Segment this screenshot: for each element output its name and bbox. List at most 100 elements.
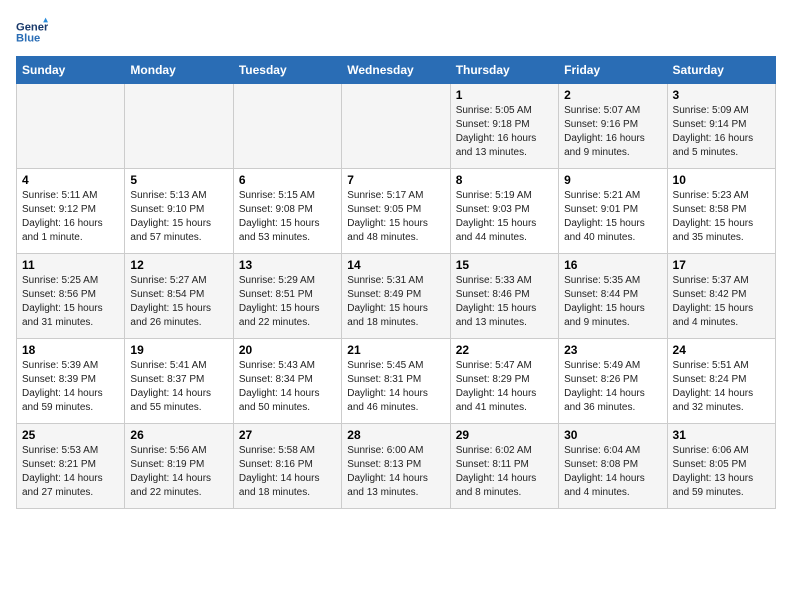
day-info: Sunrise: 5:58 AMSunset: 8:16 PMDaylight:…: [239, 444, 336, 500]
day-number: 30: [564, 428, 661, 442]
day-info: Sunrise: 5:29 AMSunset: 8:51 PMDaylight:…: [239, 274, 336, 330]
calendar-cell: 11 Sunrise: 5:25 AMSunset: 8:56 PMDayligh…: [17, 254, 125, 339]
day-number: 15: [456, 258, 553, 272]
calendar-week-1: 1 Sunrise: 5:05 AMSunset: 9:18 PMDaylight…: [17, 84, 776, 169]
calendar-cell: 10 Sunrise: 5:23 AMSunset: 8:58 PMDayligh…: [667, 169, 775, 254]
day-number: 23: [564, 343, 661, 357]
day-number: 17: [673, 258, 770, 272]
weekday-saturday: Saturday: [667, 57, 775, 84]
day-number: 13: [239, 258, 336, 272]
day-info: Sunrise: 5:19 AMSunset: 9:03 PMDaylight:…: [456, 189, 553, 245]
calendar-cell: 3 Sunrise: 5:09 AMSunset: 9:14 PMDaylight…: [667, 84, 775, 169]
calendar-cell: [233, 84, 341, 169]
day-info: Sunrise: 5:23 AMSunset: 8:58 PMDaylight:…: [673, 189, 770, 245]
day-number: 29: [456, 428, 553, 442]
day-info: Sunrise: 5:05 AMSunset: 9:18 PMDaylight:…: [456, 104, 553, 160]
day-number: 12: [130, 258, 227, 272]
svg-text:General: General: [16, 21, 48, 33]
calendar-cell: 8Sunrise: 5:19 AMSunset: 9:03 PMDaylight…: [450, 169, 558, 254]
day-info: Sunrise: 5:56 AMSunset: 8:19 PMDaylight:…: [130, 444, 227, 500]
day-number: 28: [347, 428, 444, 442]
calendar-cell: 21Sunrise: 5:45 AMSunset: 8:31 PMDayligh…: [342, 339, 450, 424]
day-info: Sunrise: 5:25 AMSunset: 8:56 PMDaylight:…: [22, 274, 119, 330]
calendar-cell: 23 Sunrise: 5:49 AMSunset: 8:26 PMDayligh…: [559, 339, 667, 424]
day-info: Sunrise: 5:35 AMSunset: 8:44 PMDaylight:…: [564, 274, 661, 330]
day-number: 2: [564, 88, 661, 102]
day-number: 4: [22, 173, 119, 187]
calendar-cell: 19 Sunrise: 5:41 AMSunset: 8:37 PMDayligh…: [125, 339, 233, 424]
weekday-sunday: Sunday: [17, 57, 125, 84]
day-number: 14: [347, 258, 444, 272]
calendar-cell: 1 Sunrise: 5:05 AMSunset: 9:18 PMDaylight…: [450, 84, 558, 169]
day-number: 25: [22, 428, 119, 442]
calendar-cell: 14 Sunrise: 5:31 AMSunset: 8:49 PMDayligh…: [342, 254, 450, 339]
calendar-cell: 7 Sunrise: 5:17 AMSunset: 9:05 PMDaylight…: [342, 169, 450, 254]
calendar-cell: 27 Sunrise: 5:58 AMSunset: 8:16 PMDayligh…: [233, 424, 341, 509]
day-number: 27: [239, 428, 336, 442]
day-info: Sunrise: 6:02 AMSunset: 8:11 PMDaylight:…: [456, 444, 553, 500]
day-number: 10: [673, 173, 770, 187]
calendar-cell: [125, 84, 233, 169]
calendar-cell: [17, 84, 125, 169]
weekday-tuesday: Tuesday: [233, 57, 341, 84]
weekday-friday: Friday: [559, 57, 667, 84]
calendar-cell: 17 Sunrise: 5:37 AMSunset: 8:42 PMDayligh…: [667, 254, 775, 339]
calendar-cell: 26Sunrise: 5:56 AMSunset: 8:19 PMDayligh…: [125, 424, 233, 509]
day-number: 9: [564, 173, 661, 187]
day-info: Sunrise: 5:53 AMSunset: 8:21 PMDaylight:…: [22, 444, 119, 500]
day-number: 6: [239, 173, 336, 187]
day-number: 16: [564, 258, 661, 272]
calendar-cell: 28Sunrise: 6:00 AMSunset: 8:13 PMDayligh…: [342, 424, 450, 509]
day-number: 20: [239, 343, 336, 357]
day-info: Sunrise: 5:47 AMSunset: 8:29 PMDaylight:…: [456, 359, 553, 415]
day-info: Sunrise: 5:41 AMSunset: 8:37 PMDaylight:…: [130, 359, 227, 415]
day-info: Sunrise: 5:09 AMSunset: 9:14 PMDaylight:…: [673, 104, 770, 160]
calendar-cell: 9 Sunrise: 5:21 AMSunset: 9:01 PMDaylight…: [559, 169, 667, 254]
day-info: Sunrise: 5:21 AMSunset: 9:01 PMDaylight:…: [564, 189, 661, 245]
calendar-week-4: 18 Sunrise: 5:39 AMSunset: 8:39 PMDayligh…: [17, 339, 776, 424]
day-info: Sunrise: 5:13 AMSunset: 9:10 PMDaylight:…: [130, 189, 227, 245]
calendar-cell: 31Sunrise: 6:06 AMSunset: 8:05 PMDayligh…: [667, 424, 775, 509]
day-info: Sunrise: 5:43 AMSunset: 8:34 PMDaylight:…: [239, 359, 336, 415]
svg-text:Blue: Blue: [16, 33, 40, 45]
day-number: 3: [673, 88, 770, 102]
day-info: Sunrise: 5:27 AMSunset: 8:54 PMDaylight:…: [130, 274, 227, 330]
day-info: Sunrise: 5:37 AMSunset: 8:42 PMDaylight:…: [673, 274, 770, 330]
calendar-cell: 30 Sunrise: 6:04 AMSunset: 8:08 PMDayligh…: [559, 424, 667, 509]
calendar-cell: 6 Sunrise: 5:15 AMSunset: 9:08 PMDaylight…: [233, 169, 341, 254]
day-info: Sunrise: 5:51 AMSunset: 8:24 PMDaylight:…: [673, 359, 770, 415]
calendar-cell: 12 Sunrise: 5:27 AMSunset: 8:54 PMDayligh…: [125, 254, 233, 339]
day-info: Sunrise: 5:07 AMSunset: 9:16 PMDaylight:…: [564, 104, 661, 160]
calendar-cell: [342, 84, 450, 169]
day-info: Sunrise: 5:31 AMSunset: 8:49 PMDaylight:…: [347, 274, 444, 330]
day-info: Sunrise: 5:17 AMSunset: 9:05 PMDaylight:…: [347, 189, 444, 245]
day-number: 1: [456, 88, 553, 102]
day-number: 5: [130, 173, 227, 187]
day-number: 24: [673, 343, 770, 357]
day-number: 18: [22, 343, 119, 357]
weekday-header-row: SundayMondayTuesdayWednesdayThursdayFrid…: [17, 57, 776, 84]
day-number: 21: [347, 343, 444, 357]
calendar-week-2: 4Sunrise: 5:11 AMSunset: 9:12 PMDaylight…: [17, 169, 776, 254]
calendar-cell: 25 Sunrise: 5:53 AMSunset: 8:21 PMDayligh…: [17, 424, 125, 509]
calendar-week-3: 11 Sunrise: 5:25 AMSunset: 8:56 PMDayligh…: [17, 254, 776, 339]
calendar-cell: 29 Sunrise: 6:02 AMSunset: 8:11 PMDayligh…: [450, 424, 558, 509]
calendar-cell: 22Sunrise: 5:47 AMSunset: 8:29 PMDayligh…: [450, 339, 558, 424]
calendar-cell: 24 Sunrise: 5:51 AMSunset: 8:24 PMDayligh…: [667, 339, 775, 424]
calendar-cell: 18 Sunrise: 5:39 AMSunset: 8:39 PMDayligh…: [17, 339, 125, 424]
day-number: 7: [347, 173, 444, 187]
weekday-wednesday: Wednesday: [342, 57, 450, 84]
day-info: Sunrise: 5:15 AMSunset: 9:08 PMDaylight:…: [239, 189, 336, 245]
calendar-cell: 5 Sunrise: 5:13 AMSunset: 9:10 PMDaylight…: [125, 169, 233, 254]
day-number: 19: [130, 343, 227, 357]
calendar-cell: 2 Sunrise: 5:07 AMSunset: 9:16 PMDaylight…: [559, 84, 667, 169]
calendar-cell: 20 Sunrise: 5:43 AMSunset: 8:34 PMDayligh…: [233, 339, 341, 424]
day-info: Sunrise: 6:04 AMSunset: 8:08 PMDaylight:…: [564, 444, 661, 500]
calendar-cell: 13 Sunrise: 5:29 AMSunset: 8:51 PMDayligh…: [233, 254, 341, 339]
day-info: Sunrise: 5:39 AMSunset: 8:39 PMDaylight:…: [22, 359, 119, 415]
calendar-cell: 16 Sunrise: 5:35 AMSunset: 8:44 PMDayligh…: [559, 254, 667, 339]
day-info: Sunrise: 5:49 AMSunset: 8:26 PMDaylight:…: [564, 359, 661, 415]
calendar-table: SundayMondayTuesdayWednesdayThursdayFrid…: [16, 56, 776, 509]
calendar-week-5: 25 Sunrise: 5:53 AMSunset: 8:21 PMDayligh…: [17, 424, 776, 509]
day-number: 11: [22, 258, 119, 272]
